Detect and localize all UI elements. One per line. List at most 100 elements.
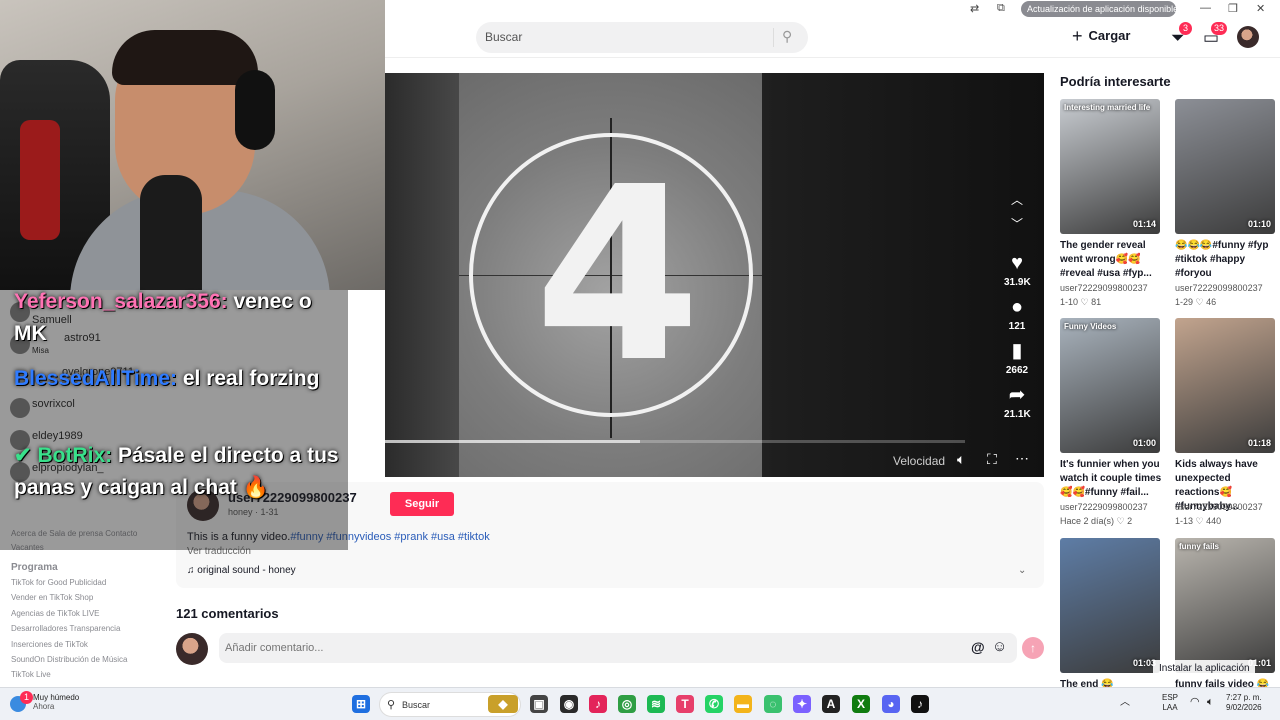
video-thumbnail[interactable]: 01:10 [1175, 99, 1275, 234]
mention-icon[interactable]: @ [971, 639, 985, 655]
discord-icon[interactable]: ◕ [882, 695, 900, 713]
video-thumbnail[interactable]: Interesting married life 01:14 [1060, 99, 1160, 234]
sidebar-link[interactable]: Desarrolladores Transparencia [11, 624, 120, 633]
search-divider [773, 28, 774, 47]
card-meta: 1-10 ♡ 81 [1060, 297, 1101, 308]
video-player[interactable]: 4 Velocidad 🔈︎ ⛶ ⋯ ︿ ﹀ [385, 73, 1044, 477]
video-duration: 01:14 [1132, 219, 1156, 229]
comment-input[interactable] [219, 633, 919, 663]
sound-link[interactable]: ♫ original sound - honey [187, 565, 296, 576]
send-comment-button[interactable]: ↑ [1022, 637, 1044, 659]
messages-badge: 33 [1211, 22, 1228, 35]
file-explorer-icon[interactable]: ▬ [734, 695, 752, 713]
volume-icon[interactable]: 🔈︎ [957, 451, 965, 468]
search-icon: ⚲ [387, 699, 396, 711]
install-app-button[interactable]: Instalar la aplicación [1153, 660, 1255, 678]
network-icon[interactable]: ◠ [1190, 697, 1200, 708]
video-thumbnail[interactable]: 01:03 [1060, 538, 1160, 673]
task-view-icon[interactable]: ▣ [530, 695, 548, 713]
chevron-down-icon[interactable]: ⌄ [1018, 565, 1026, 576]
gaming-chair-accent [20, 120, 60, 240]
comment-input-box[interactable]: @ ☺ [219, 633, 1017, 663]
update-available-pill[interactable]: Actualización de aplicación disponible ⋮ [1021, 1, 1190, 17]
language-label: ESP [1162, 693, 1179, 702]
start-icon[interactable]: ⊞ [352, 695, 370, 713]
upload-button[interactable]: + Cargar [1072, 26, 1147, 50]
video-frame: 4 [459, 73, 762, 477]
card-author[interactable]: user72229099800237 [1060, 502, 1148, 512]
windows-taskbar: 1 Muy húmedo Ahora ⊞ ⚲ Buscar ◆ ▣ ◉ ♪ ◎ ≋ … [0, 687, 1280, 720]
bookmark-icon: ▮ [1011, 340, 1023, 362]
chat-message: BlessedAllTime: el real forzing [14, 363, 344, 395]
sidebar-link[interactable]: TikTok for Good Publicidad [11, 578, 106, 587]
xbox-icon[interactable]: X [852, 695, 870, 713]
like-count: 31.9K [1004, 277, 1031, 288]
tray-chevron-icon[interactable]: ︿ [1120, 698, 1130, 708]
spotify-icon[interactable]: ≋ [647, 695, 665, 713]
sidebar-link[interactable]: Agencias de TikTok LIVE [11, 609, 100, 618]
card-author[interactable]: user72229099800237 [1175, 502, 1263, 512]
search-icon[interactable]: ⚲ [782, 28, 792, 45]
restore-window-icon[interactable]: ❐ [1228, 2, 1238, 15]
search-placeholder: Buscar [485, 30, 523, 44]
extensions-icon[interactable]: ⧉ [997, 2, 1005, 15]
tiktok-icon[interactable]: ♪ [589, 695, 607, 713]
card-likes: 46 [1206, 297, 1217, 307]
app-icon[interactable]: ✦ [793, 695, 811, 713]
clock[interactable]: 7:27 p. m. 9/02/2026 [1226, 693, 1262, 713]
card-likes: 2 [1127, 516, 1133, 526]
video-progress-fill [385, 440, 641, 443]
heart-outline-icon: ♡ [1116, 516, 1125, 526]
card-author[interactable]: user72229099800237 [1175, 283, 1263, 293]
card-likes: 81 [1091, 297, 1102, 307]
card-title[interactable]: 😂😂😂#funny #fyp #tiktok #happy #foryou [1175, 239, 1277, 281]
save-button[interactable]: ▮ 2662 [1004, 340, 1030, 376]
video-progress-bar[interactable] [385, 440, 965, 443]
fullscreen-icon[interactable]: ⛶ [987, 451, 997, 468]
app-icon[interactable]: ◌ [764, 695, 782, 713]
thumbnail-overlay-text: funny fails [1179, 542, 1220, 551]
share-button[interactable]: ➦ 21.1K [1004, 384, 1031, 420]
video-thumbnail[interactable]: funny fails 01:01 [1175, 538, 1275, 673]
streamer-webcam [0, 0, 385, 290]
volume-icon[interactable]: 🔈︎ [1207, 697, 1214, 708]
follow-button[interactable]: Seguir [390, 492, 454, 516]
whatsapp-icon[interactable]: ✆ [705, 695, 723, 713]
search-highlight-icon: ◆ [488, 695, 518, 713]
sidebar-link[interactable]: SoundOn Distribución de Música [11, 655, 128, 664]
emoji-icon[interactable]: ☺ [992, 638, 1007, 655]
sidebar-link[interactable]: Vender en TikTok Shop [11, 593, 93, 602]
sidebar-link[interactable]: Inserciones de TikTok [11, 640, 88, 649]
chrome-icon[interactable]: ◎ [618, 695, 636, 713]
card-author[interactable]: user72229099800237 [1060, 283, 1148, 293]
close-window-icon[interactable]: ✕ [1256, 2, 1265, 15]
sidebar-link[interactable]: TikTok Live [11, 670, 51, 679]
comments-title: 121 comentarios [176, 606, 279, 621]
translate-icon[interactable]: ⇄ [970, 2, 979, 15]
language-indicator[interactable]: ESP LAA [1162, 693, 1178, 713]
app-icon[interactable]: A [822, 695, 840, 713]
more-options-icon[interactable]: ⋯ [1015, 450, 1029, 467]
video-thumbnail[interactable]: 01:18 [1175, 318, 1275, 453]
tiktok-live-icon[interactable]: ♪ [911, 695, 929, 713]
search-bar[interactable]: Buscar ⚲ [476, 22, 808, 53]
comment-count: 121 [1008, 321, 1026, 332]
my-avatar [176, 633, 208, 665]
next-video-icon[interactable]: ﹀ [1011, 215, 1023, 232]
like-button[interactable]: ♥ 31.9K [1004, 252, 1031, 288]
program-heading: Programa [11, 562, 58, 573]
speed-button[interactable]: Velocidad [893, 454, 945, 468]
app-icon[interactable]: T [676, 695, 694, 713]
card-title[interactable]: The gender reveal went wrong🥰🥰 #reveal #… [1060, 239, 1162, 281]
comment-button[interactable]: ● 121 [1004, 296, 1030, 332]
recommended-title: Podría interesarte [1060, 74, 1171, 89]
weather-widget[interactable]: Muy húmedo Ahora [33, 693, 79, 711]
chat-message: ✔ BotRix: Pásale el directo a tus panas … [14, 440, 344, 504]
profile-avatar[interactable] [1237, 26, 1259, 48]
app-icon[interactable]: ◉ [560, 695, 578, 713]
card-title[interactable]: It's funnier when you watch it couple ti… [1060, 458, 1162, 500]
heart-icon: ♥ [1011, 252, 1023, 274]
video-thumbnail[interactable]: Funny Videos 01:00 [1060, 318, 1160, 453]
previous-video-icon[interactable]: ︿ [1011, 191, 1023, 208]
minimize-window-icon[interactable]: — [1200, 2, 1211, 14]
